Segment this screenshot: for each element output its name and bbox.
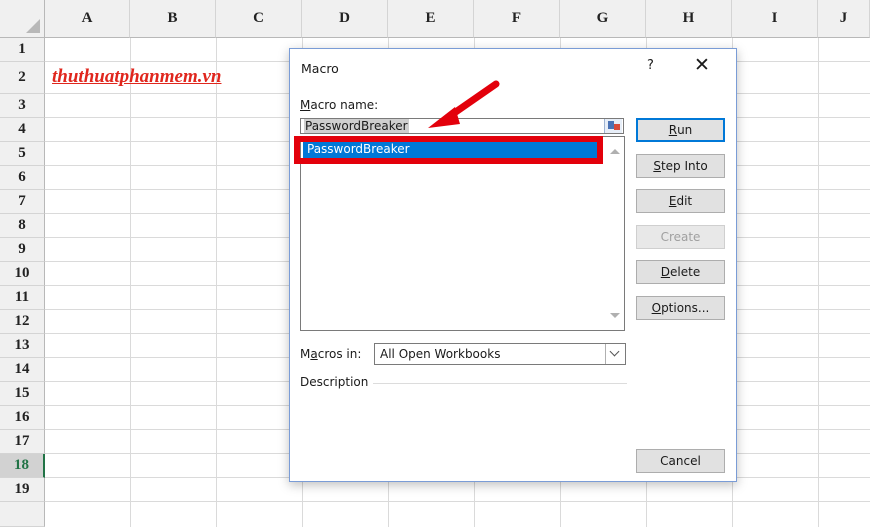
column-header-d[interactable]: D <box>302 0 388 38</box>
column-header-f[interactable]: F <box>474 0 560 38</box>
macro-name-input[interactable]: PasswordBreaker <box>300 118 624 134</box>
row-header-8[interactable]: 8 <box>0 214 45 238</box>
row-header-6[interactable]: 6 <box>0 166 45 190</box>
row-header-11[interactable]: 11 <box>0 286 45 310</box>
macro-list[interactable]: PasswordBreaker <box>300 136 625 331</box>
row-header-4[interactable]: 4 <box>0 118 45 142</box>
row-header-16[interactable]: 16 <box>0 406 45 430</box>
cell-a2-watermark-text[interactable]: thuthuatphanmem.vn <box>52 66 221 88</box>
highlight-box <box>294 136 603 164</box>
scroll-down-icon[interactable] <box>610 313 620 318</box>
description-divider <box>373 383 627 384</box>
column-header-a[interactable]: A <box>45 0 130 38</box>
edit-button[interactable]: Edit <box>636 189 725 213</box>
row-header-20[interactable] <box>0 502 45 527</box>
run-button[interactable]: Run <box>636 118 725 142</box>
column-header-c[interactable]: C <box>216 0 302 38</box>
help-button[interactable]: ? <box>647 58 654 73</box>
column-header-i[interactable]: I <box>732 0 818 38</box>
macros-in-label: Macros in: <box>300 347 362 361</box>
row-header-3[interactable]: 3 <box>0 94 45 118</box>
row-header-5[interactable]: 5 <box>0 142 45 166</box>
dialog-title: Macro <box>301 61 339 76</box>
gridline <box>45 501 870 502</box>
column-header-e[interactable]: E <box>388 0 474 38</box>
macro-name-label: Macro name: <box>300 98 379 112</box>
row-header-18[interactable]: 18 <box>0 454 45 478</box>
column-header-j[interactable]: J <box>818 0 870 38</box>
row-header-12[interactable]: 12 <box>0 310 45 334</box>
row-header-15[interactable]: 15 <box>0 382 45 406</box>
row-header-14[interactable]: 14 <box>0 358 45 382</box>
cancel-button[interactable]: Cancel <box>636 449 725 473</box>
row-header-13[interactable]: 13 <box>0 334 45 358</box>
row-header-2[interactable]: 2 <box>0 62 45 94</box>
column-header-g[interactable]: G <box>560 0 646 38</box>
step-into-button[interactable]: Step Into <box>636 154 725 178</box>
column-header-h[interactable]: H <box>646 0 732 38</box>
row-header-7[interactable]: 7 <box>0 190 45 214</box>
options-button[interactable]: Options... <box>636 296 725 320</box>
macro-dialog: Macro ? ✕ Macro name: PasswordBreaker Pa… <box>289 48 737 482</box>
delete-button[interactable]: Delete <box>636 260 725 284</box>
macro-name-value: PasswordBreaker <box>304 119 409 133</box>
chevron-down-icon[interactable] <box>605 344 625 364</box>
select-all-corner[interactable] <box>0 0 45 38</box>
macros-in-value: All Open Workbooks <box>380 347 501 361</box>
macros-in-select[interactable]: All Open Workbooks <box>374 343 626 365</box>
scroll-up-icon[interactable] <box>610 149 620 154</box>
create-button[interactable]: Create <box>636 225 725 249</box>
close-icon[interactable]: ✕ <box>694 54 710 76</box>
row-header-17[interactable]: 17 <box>0 430 45 454</box>
row-header-19[interactable]: 19 <box>0 478 45 502</box>
column-header-b[interactable]: B <box>130 0 216 38</box>
description-label: Description <box>300 375 369 389</box>
collapse-dialog-icon[interactable] <box>604 119 622 133</box>
list-scrollbar[interactable] <box>606 137 624 330</box>
row-header-9[interactable]: 9 <box>0 238 45 262</box>
row-header-10[interactable]: 10 <box>0 262 45 286</box>
row-header-1[interactable]: 1 <box>0 38 45 62</box>
